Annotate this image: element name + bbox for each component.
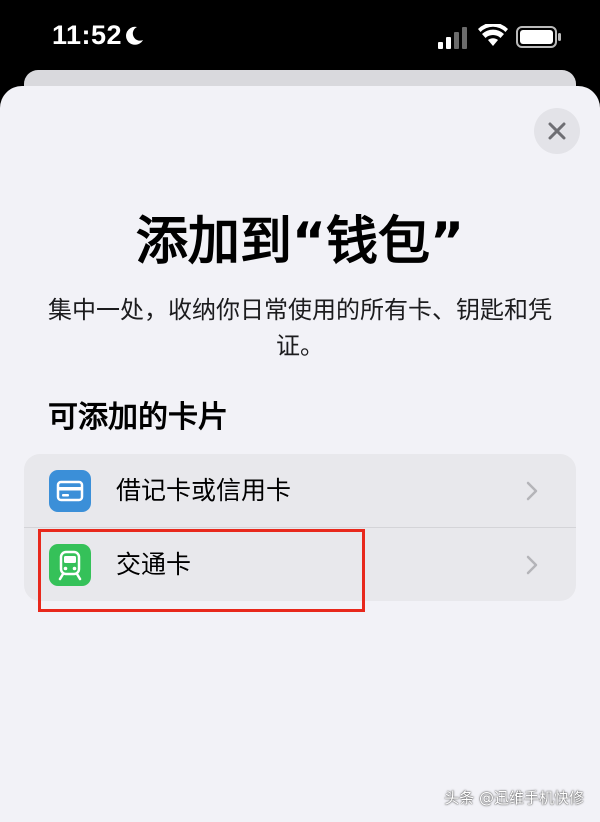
moon-icon — [126, 26, 143, 45]
close-icon — [548, 122, 566, 140]
page-title: 添加到“钱包” — [135, 212, 465, 272]
list-item-debit-credit-card[interactable]: 借记卡或信用卡 — [24, 454, 576, 527]
page-subtitle: 集中一处，收纳你日常使用的所有卡、钥匙和凭证。 — [48, 296, 552, 360]
watermark: 头条 @迅维手机快修 — [444, 789, 584, 807]
close-button[interactable] — [534, 108, 580, 154]
status-bar: 11:52 — [0, 0, 600, 70]
chevron-right-icon — [526, 481, 538, 501]
credit-card-icon — [49, 470, 91, 512]
battery-icon — [516, 26, 561, 48]
highlight-annotation-box — [38, 529, 365, 612]
chevron-right-icon — [526, 555, 538, 575]
list-item-label: 借记卡或信用卡 — [116, 476, 292, 505]
cellular-signal-icon — [438, 27, 467, 49]
section-header: 可添加的卡片 — [48, 400, 228, 435]
status-time: 11:52 — [52, 20, 123, 50]
wifi-icon — [478, 24, 508, 46]
